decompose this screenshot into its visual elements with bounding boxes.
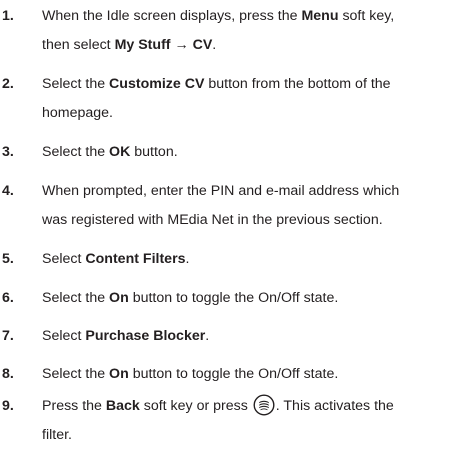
step-number: 2.	[2, 76, 14, 92]
step-text-segment: .	[185, 251, 190, 267]
step-text-segment: Select the	[42, 366, 110, 382]
step-text-segment: filter.	[42, 427, 72, 443]
step-number: 8.	[2, 366, 14, 382]
step-line: homepage.	[42, 99, 465, 128]
step-text-segment: .	[212, 37, 217, 53]
step-number: 6.	[2, 290, 14, 306]
step-text: When prompted, enter the PIN and e-mail …	[42, 177, 465, 235]
step-text: Select the On button to toggle the On/Of…	[42, 360, 465, 389]
step-text-segment: . This activates the	[275, 398, 394, 414]
step-text: Press the Back soft key or press . This …	[42, 392, 465, 450]
step-number: 9.	[2, 398, 14, 414]
step-text: Select the On button to toggle the On/Of…	[42, 284, 465, 313]
step-line: Select the Customize CV button from the …	[42, 70, 465, 99]
back-key-icon	[253, 394, 275, 416]
ok-label: OK	[109, 144, 131, 160]
step-line: filter.	[42, 421, 465, 450]
back-label: Back	[105, 398, 140, 414]
step-line: When prompted, enter the PIN and e-mail …	[42, 177, 465, 206]
step-text: Select the Customize CV button from the …	[42, 70, 465, 128]
step-text-segment: Select	[42, 328, 86, 344]
step-text: When the Idle screen displays, press the…	[42, 2, 465, 60]
step-number: 7.	[2, 328, 14, 344]
on-label: On	[109, 366, 129, 382]
step-text-segment: .	[205, 328, 210, 344]
step-line: Select the OK button.	[42, 138, 465, 167]
step-text-segment: button to toggle the On/Off state.	[128, 366, 339, 382]
step-line: When the Idle screen displays, press the…	[42, 2, 465, 31]
step-text-segment: Select the	[42, 290, 110, 306]
step-text: Select Content Filters.	[42, 245, 465, 274]
step-text-segment: Select the	[42, 144, 110, 160]
step-text-segment: When the Idle screen displays, press the	[42, 8, 302, 24]
step-text-segment: Select the	[42, 76, 110, 92]
step-text-segment: button from the bottom of the	[204, 76, 391, 92]
step-number: 1.	[2, 8, 14, 24]
step-line: Select the On button to toggle the On/Of…	[42, 284, 465, 313]
step-text-segment: homepage.	[42, 105, 113, 121]
step-line: then select My Stuff → CV.	[42, 31, 465, 60]
menu-path-label: My Stuff → CV	[114, 37, 213, 53]
menu-key-label: Menu	[301, 8, 339, 24]
step-text: Select the OK button.	[42, 138, 465, 167]
step-text-segment: When prompted, enter the PIN and e-mail …	[42, 183, 400, 199]
step-text-segment: then select	[42, 37, 115, 53]
step-line: Select the On button to toggle the On/Of…	[42, 360, 465, 389]
step-text-segment: button to toggle the On/Off state.	[128, 290, 339, 306]
step-text-segment: Select	[42, 251, 86, 267]
step-text-segment: Press the	[42, 398, 106, 414]
step-line: Select Purchase Blocker.	[42, 322, 465, 351]
purchase-blocker-label: Purchase Blocker	[85, 328, 206, 344]
step-number: 4.	[2, 183, 14, 199]
step-text-segment: button.	[130, 144, 178, 160]
content-filters-label: Content Filters	[85, 251, 186, 267]
step-text-segment: was registered with MEdia Net in the pre…	[42, 212, 383, 228]
step-text: Select Purchase Blocker.	[42, 322, 465, 351]
step-number: 5.	[2, 251, 14, 267]
step-line: was registered with MEdia Net in the pre…	[42, 206, 465, 235]
on-label: On	[109, 290, 129, 306]
step-line: Select Content Filters.	[42, 245, 465, 274]
step-line: Press the Back soft key or press . This …	[42, 392, 465, 421]
step-text-segment: soft key or press	[139, 398, 252, 414]
step-number: 3.	[2, 144, 14, 160]
customize-cv-label: Customize CV	[109, 76, 205, 92]
step-text-segment: soft key,	[338, 8, 395, 24]
